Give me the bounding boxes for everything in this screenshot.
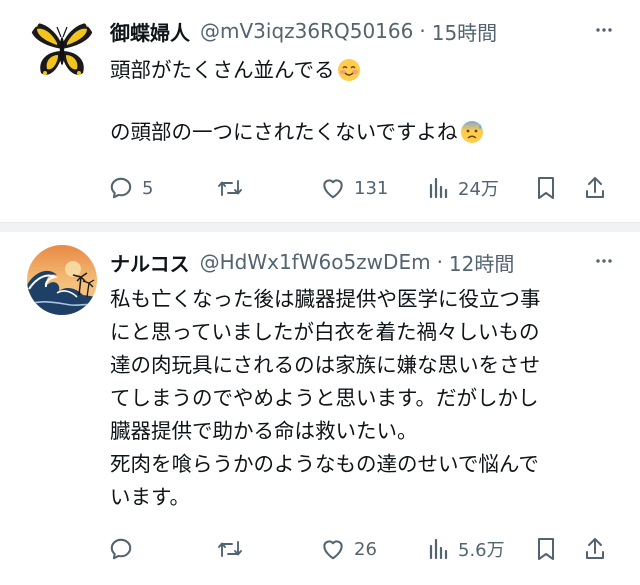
bookmark-icon (538, 177, 554, 199)
retweet-button[interactable] (216, 529, 252, 569)
tweet-text: 頭部がたくさん並んでる の頭部の一つにされたくないですよね (110, 55, 484, 147)
retweet-icon (218, 541, 242, 557)
retweet-icon (218, 180, 242, 196)
reply-button[interactable] (108, 529, 142, 569)
avatar[interactable] (27, 245, 97, 315)
user-handle[interactable]: @HdWx1fW6o5zwDEm (200, 250, 431, 274)
share-icon (586, 538, 604, 559)
tweet-text-line: 頭部がたくさん並んでる (110, 55, 484, 85)
share-button[interactable] (583, 529, 607, 569)
tweet[interactable]: 御蝶婦人 @mV3iqz36RQ50166 · 15時間 頭部がたくさん並んでる (0, 0, 640, 222)
display-name[interactable]: 御蝶婦人 (110, 17, 190, 46)
anxious-sweat-emoji-icon (460, 120, 484, 144)
tweet-text-line: 死肉を喰らうかのようなもの達のせいで悩んで (110, 452, 539, 476)
views-button[interactable]: 5.6万 (428, 529, 505, 569)
tweet-text-line: 達の肉玩具にされるのは家族に嫌な思いをさせ (110, 353, 541, 377)
tweet-text-line: てしまうのでやめようと思います。だがしかし (110, 386, 539, 410)
analytics-icon (429, 177, 448, 199)
smiling-blush-emoji-icon (337, 58, 361, 82)
tweet-text: 私も亡くなった後は臓器提供や医学に役立つ事 にと思っていましたが白衣を着た禍々し… (110, 283, 541, 514)
reply-count: 5 (142, 177, 154, 199)
more-options-icon[interactable] (590, 16, 618, 44)
butterfly-avatar-icon (27, 15, 97, 85)
timestamp[interactable]: 15時間 (432, 17, 497, 46)
tweet-text-line: います。 (110, 485, 190, 509)
action-bar: 5 131 24万 (0, 168, 640, 208)
like-button[interactable]: 131 (320, 168, 388, 208)
retweet-button[interactable] (216, 168, 252, 208)
reply-icon (110, 538, 132, 560)
reply-icon (110, 177, 132, 199)
share-button[interactable] (583, 168, 607, 208)
heart-icon (323, 540, 343, 560)
views-button[interactable]: 24万 (428, 168, 499, 208)
tweet-text-line: にと思っていましたが白衣を着た禍々しいもの (110, 320, 540, 344)
tweet-text-line: 臓器提供で助かる命は救いたい。 (110, 419, 418, 443)
like-count: 26 (354, 538, 377, 560)
tweet-text-line: 私も亡くなった後は臓器提供や医学に役立つ事 (110, 287, 541, 311)
bookmark-button[interactable] (534, 529, 558, 569)
separator-dot: · (436, 250, 443, 274)
action-bar: 26 5.6万 (0, 529, 640, 569)
heart-icon (323, 179, 343, 199)
views-count: 5.6万 (458, 540, 505, 561)
tweet-text-line: の頭部の一つにされたくないですよね (110, 117, 484, 147)
timestamp[interactable]: 12時間 (449, 248, 514, 277)
like-count: 131 (354, 177, 389, 199)
bookmark-icon (538, 538, 554, 560)
avatar[interactable] (27, 15, 97, 85)
analytics-icon (429, 538, 448, 560)
tweet-header: 御蝶婦人 @mV3iqz36RQ50166 · 15時間 (110, 16, 497, 46)
user-handle[interactable]: @mV3iqz36RQ50166 (200, 19, 413, 43)
tweet-header: ナルコス @HdWx1fW6o5zwDEm · 12時間 (110, 247, 514, 277)
display-name[interactable]: ナルコス (110, 248, 190, 277)
share-icon (586, 177, 604, 198)
views-count: 24万 (458, 179, 499, 200)
separator-dot: · (419, 19, 426, 43)
reply-button[interactable]: 5 (108, 168, 153, 208)
tweet[interactable]: ナルコス @HdWx1fW6o5zwDEm · 12時間 私も亡くなった後は臓器… (0, 231, 640, 585)
like-button[interactable]: 26 (320, 529, 377, 569)
bookmark-button[interactable] (534, 168, 558, 208)
great-wave-avatar-icon (27, 245, 97, 315)
more-options-icon[interactable] (590, 247, 618, 275)
